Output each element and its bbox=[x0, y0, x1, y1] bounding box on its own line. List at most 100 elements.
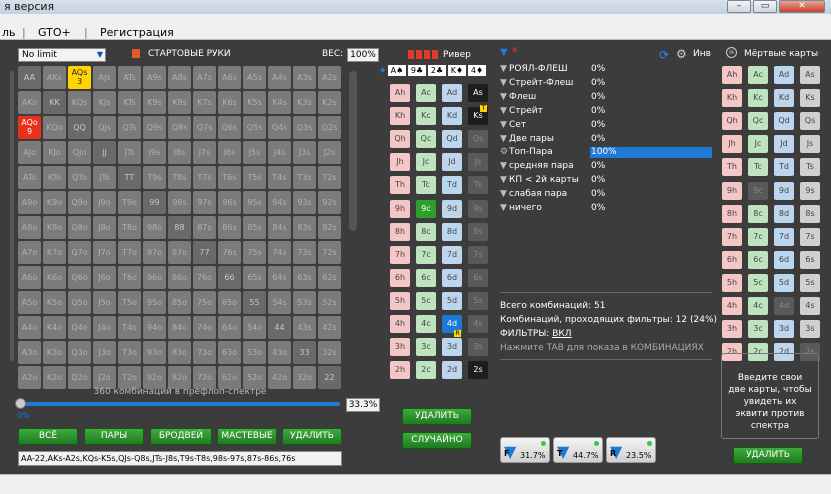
card-3d[interactable]: 3d bbox=[442, 338, 462, 357]
hand-cell[interactable]: QJo bbox=[68, 141, 91, 164]
hand-cell[interactable]: 84s bbox=[268, 216, 291, 239]
card-Qs[interactable]: Qs bbox=[468, 130, 488, 149]
card-Kh[interactable]: Kh bbox=[390, 107, 410, 126]
gear-icon[interactable]: ⚙ bbox=[500, 147, 508, 157]
card-Jc[interactable]: Jc bbox=[416, 153, 436, 172]
card-Tc[interactable]: Tc bbox=[416, 176, 436, 195]
card-Ts[interactable]: Ts bbox=[800, 158, 820, 177]
hand-cell[interactable]: J9o bbox=[93, 191, 116, 214]
card-2h[interactable]: 2h bbox=[390, 361, 410, 380]
card-8h[interactable]: 8h bbox=[390, 222, 410, 241]
card-4d[interactable]: 4d bbox=[774, 297, 794, 315]
hand-cell[interactable]: A2s bbox=[318, 66, 341, 89]
card-3c[interactable]: 3c bbox=[416, 338, 436, 357]
card-5d[interactable]: 5d bbox=[442, 291, 462, 310]
card-Th[interactable]: Th bbox=[722, 158, 742, 177]
hand-cell[interactable]: Q3o bbox=[68, 341, 91, 364]
hand-cell[interactable]: 95s bbox=[243, 191, 266, 214]
hand-cell[interactable]: A4s bbox=[268, 66, 291, 89]
hand-cell[interactable]: A9o bbox=[18, 191, 41, 214]
hand-cell[interactable]: K4o bbox=[43, 316, 66, 339]
hand-cell[interactable]: A6s bbox=[218, 66, 241, 89]
hand-cell[interactable]: 66 bbox=[218, 266, 241, 289]
card-Ad[interactable]: Ad bbox=[774, 66, 794, 84]
hand-cell[interactable]: J4o bbox=[93, 316, 116, 339]
hand-cell[interactable]: 65o bbox=[218, 291, 241, 314]
board-card[interactable]: 9♣ bbox=[408, 65, 426, 76]
card-Kd[interactable]: Kd bbox=[442, 107, 462, 126]
card-2c[interactable]: 2c bbox=[416, 361, 436, 380]
card-3c[interactable]: 3c bbox=[748, 320, 768, 339]
broadway-button[interactable]: БРОДВЕЙ bbox=[150, 428, 212, 445]
board-card[interactable]: K♦ bbox=[448, 65, 466, 76]
hand-cell[interactable]: 98o bbox=[143, 216, 166, 239]
hand-strength-row[interactable]: ▼ РОЯЛ-ФЛЕШ 0% bbox=[500, 64, 712, 77]
left-scrollbar[interactable] bbox=[10, 71, 14, 361]
hand-cell[interactable]: 75s bbox=[243, 241, 266, 264]
hand-cell[interactable]: 94s bbox=[268, 191, 291, 214]
hand-cell[interactable]: Q5s bbox=[243, 116, 266, 139]
hand-cell[interactable]: Q3s bbox=[293, 116, 316, 139]
hand-cell[interactable]: 83o bbox=[168, 341, 191, 364]
hand-cell[interactable]: A7s bbox=[193, 66, 216, 89]
card-Kh[interactable]: Kh bbox=[722, 89, 742, 108]
hand-cell[interactable]: JTo bbox=[93, 166, 116, 189]
hand-cell[interactable]: J3o bbox=[93, 341, 116, 364]
filter-icon[interactable]: ▼ bbox=[500, 134, 507, 144]
hand-cell[interactable]: 32s bbox=[318, 341, 341, 364]
card-Jd[interactable]: Jd bbox=[442, 153, 462, 172]
hand-cell[interactable]: T2o bbox=[118, 366, 141, 389]
hand-cell[interactable]: T7o bbox=[118, 241, 141, 264]
card-6d[interactable]: 6d bbox=[774, 250, 794, 269]
card-2d[interactable]: 2d bbox=[442, 361, 462, 380]
hand-cell[interactable]: K8s bbox=[168, 91, 191, 114]
hand-cell[interactable]: KQo bbox=[43, 116, 66, 139]
hand-strength-row[interactable]: ▼ ничего 0% bbox=[500, 203, 712, 216]
hand-cell[interactable]: AJo bbox=[18, 141, 41, 164]
card-Qd[interactable]: Qd bbox=[442, 130, 462, 149]
hand-cell[interactable]: K4s bbox=[268, 91, 291, 114]
hand-cell[interactable]: J5o bbox=[93, 291, 116, 314]
hand-cell[interactable]: KK bbox=[43, 91, 66, 114]
hand-cell[interactable]: AKo bbox=[18, 91, 41, 114]
hand-cell[interactable]: 92o bbox=[143, 366, 166, 389]
hand-cell[interactable]: J5s bbox=[243, 141, 266, 164]
hand-cell[interactable]: 97s bbox=[193, 191, 216, 214]
hand-cell[interactable]: 42s bbox=[318, 316, 341, 339]
card-Js[interactable]: Js bbox=[468, 153, 488, 172]
clear-range-button[interactable]: УДАЛИТЬ bbox=[282, 428, 342, 445]
card-5h[interactable]: 5h bbox=[390, 291, 410, 310]
clear-filter-icon[interactable]: ✕ bbox=[511, 46, 519, 56]
hand-strength-row[interactable]: ▼ Сет 0% bbox=[500, 120, 712, 133]
hand-cell[interactable]: A5s bbox=[243, 66, 266, 89]
card-9c[interactable]: 9c bbox=[748, 181, 768, 200]
hand-cell[interactable]: K2o bbox=[43, 366, 66, 389]
card-As[interactable]: As bbox=[468, 84, 488, 102]
card-8s[interactable]: 8s bbox=[468, 222, 488, 241]
hand-cell[interactable]: 72o bbox=[193, 366, 216, 389]
hand-cell[interactable]: 53o bbox=[243, 341, 266, 364]
card-Qc[interactable]: Qc bbox=[748, 112, 768, 131]
card-Qs[interactable]: Qs bbox=[800, 112, 820, 131]
card-Tc[interactable]: Tc bbox=[748, 158, 768, 177]
card-Ah[interactable]: Ah bbox=[722, 66, 742, 84]
hand-cell[interactable]: AQs 3 bbox=[68, 66, 91, 89]
card-6s[interactable]: 6s bbox=[468, 268, 488, 287]
hand-cell[interactable]: T4s bbox=[268, 166, 291, 189]
hand-cell[interactable]: K5o bbox=[43, 291, 66, 314]
hand-cell[interactable]: 55 bbox=[243, 291, 266, 314]
hand-cell[interactable]: 86s bbox=[218, 216, 241, 239]
card-5c[interactable]: 5c bbox=[416, 291, 436, 310]
hand-cell[interactable]: 72s bbox=[318, 241, 341, 264]
hand-cell[interactable]: 75o bbox=[193, 291, 216, 314]
hand-cell[interactable]: K9s bbox=[143, 91, 166, 114]
hand-cell[interactable]: 64s bbox=[268, 266, 291, 289]
hand-cell[interactable]: T6o bbox=[118, 266, 141, 289]
invert-label[interactable]: Инв bbox=[693, 49, 711, 59]
card-Qh[interactable]: Qh bbox=[722, 112, 742, 131]
card-8s[interactable]: 8s bbox=[800, 204, 820, 223]
hand-cell[interactable]: A9s bbox=[143, 66, 166, 89]
hand-cell[interactable]: 82o bbox=[168, 366, 191, 389]
hand-cell[interactable]: K2s bbox=[318, 91, 341, 114]
hand-cell[interactable]: J3s bbox=[293, 141, 316, 164]
